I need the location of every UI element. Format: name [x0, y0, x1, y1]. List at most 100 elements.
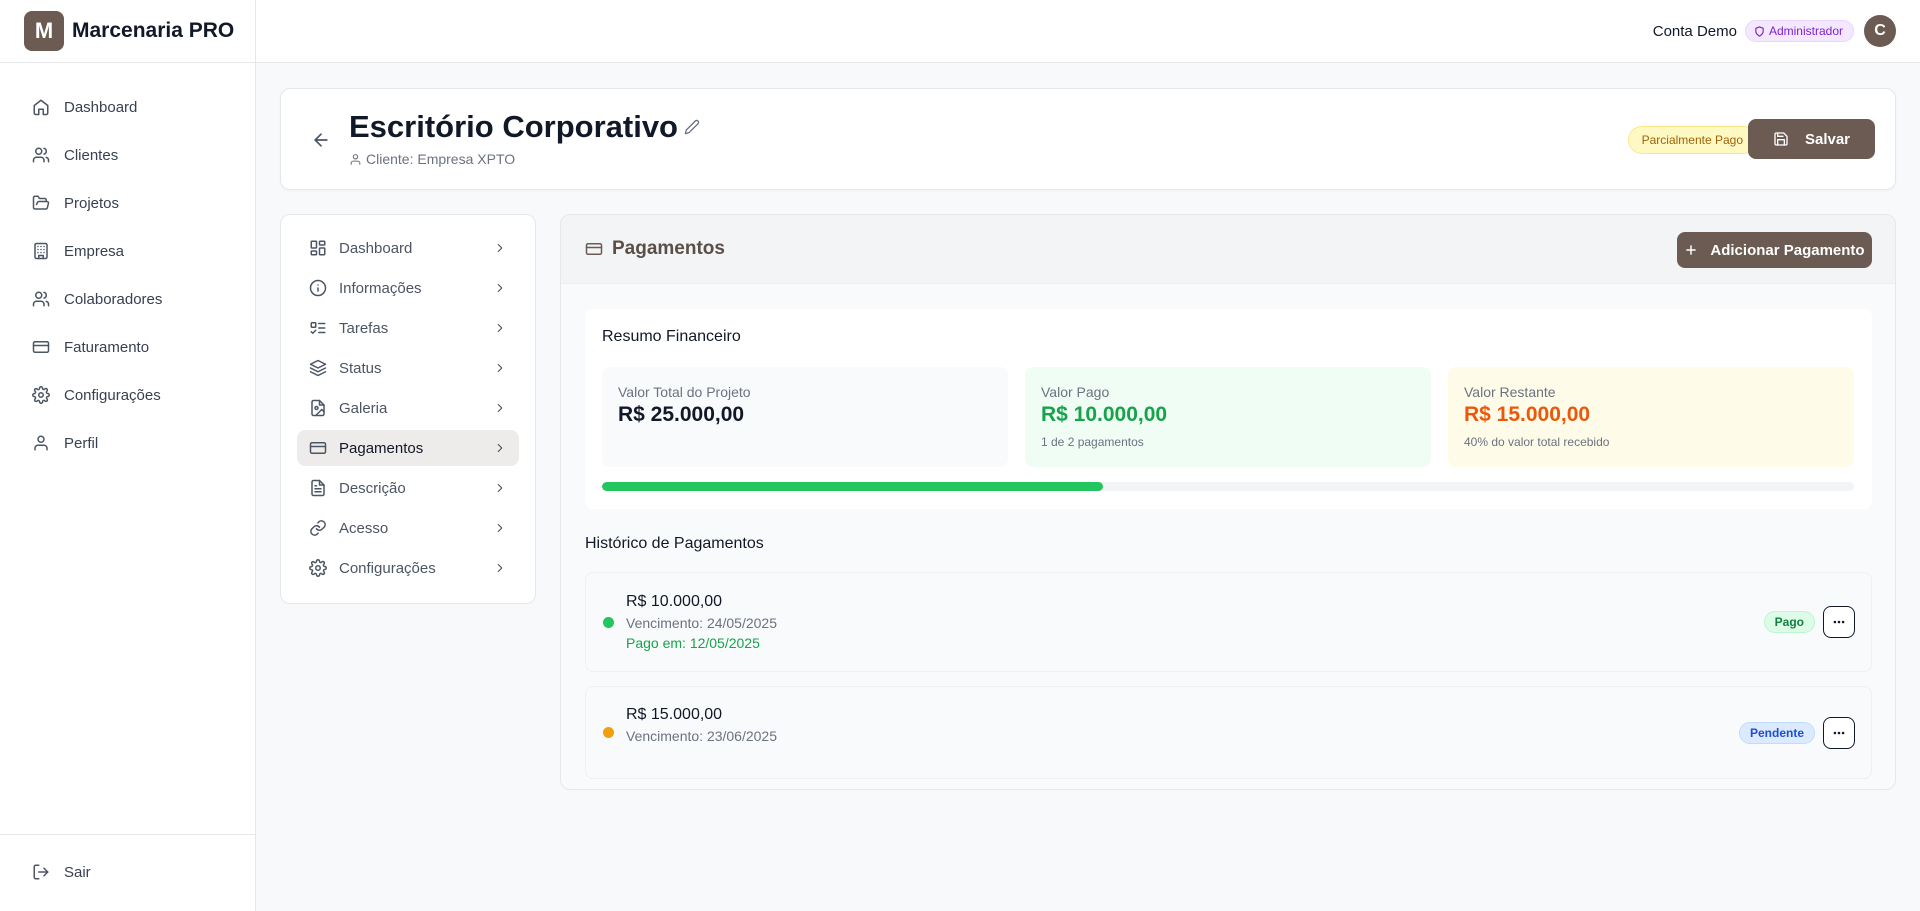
sidebar-item-colaboradores[interactable]: Colaboradores — [16, 279, 239, 319]
subnav-item-label: Tarefas — [339, 319, 389, 337]
more-options-button[interactable] — [1823, 606, 1855, 638]
summary-title: Resumo Financeiro — [602, 328, 741, 345]
subnav-item-acesso[interactable]: Acesso — [297, 510, 519, 546]
folder-open-icon — [32, 194, 50, 212]
payment-progress-bar — [602, 482, 1854, 491]
sidebar-item-perfil[interactable]: Perfil — [16, 423, 239, 463]
sidebar-footer: Sair — [0, 834, 255, 911]
stat-total: Valor Total do Projeto R$ 25.000,00 — [602, 367, 1008, 467]
client-label: Cliente: Empresa XPTO — [366, 151, 516, 167]
info-icon — [309, 279, 327, 297]
history-title: Histórico de Pagamentos — [585, 535, 764, 552]
back-arrow-icon[interactable] — [311, 130, 331, 150]
file-image-icon — [309, 399, 327, 417]
chevron-right-icon — [493, 441, 507, 455]
sidebar-item-label: Clientes — [64, 146, 119, 164]
subnav-item-label: Configurações — [339, 559, 436, 577]
subnav-item-informacoes[interactable]: Informações — [297, 270, 519, 306]
save-label: Salvar — [1804, 130, 1851, 148]
status-dot — [603, 727, 614, 738]
sidebar-item-label: Dashboard — [64, 98, 138, 116]
chevron-right-icon — [493, 321, 507, 335]
sidebar-item-label: Configurações — [64, 386, 161, 404]
shield-icon — [1754, 25, 1765, 37]
layout-grid-icon — [309, 239, 327, 257]
user-name: Conta Demo — [1652, 22, 1737, 40]
pencil-icon[interactable] — [684, 119, 700, 135]
sidebar-item-dashboard[interactable]: Dashboard — [16, 87, 239, 127]
payment-paid-date: Pago em: 12/05/2025 — [626, 635, 760, 651]
payments-title-label: Pagamentos — [612, 238, 725, 259]
subnav-item-pagamentos[interactable]: Pagamentos — [297, 430, 519, 466]
payment-progress-fill — [602, 482, 1103, 491]
stat-total-value: R$ 25.000,00 — [618, 403, 745, 426]
stat-paid-value: R$ 10.000,00 — [1041, 403, 1168, 426]
add-payment-button[interactable]: Adicionar Pagamento — [1677, 232, 1872, 268]
sidebar-item-configuracoes[interactable]: Configurações — [16, 375, 239, 415]
subnav-item-descricao[interactable]: Descrição — [297, 470, 519, 506]
stat-paid: Valor Pago R$ 10.000,00 1 de 2 pagamento… — [1025, 367, 1431, 467]
sidebar-item-empresa[interactable]: Empresa — [16, 231, 239, 271]
financial-summary: Resumo Financeiro Valor Total do Projeto… — [585, 309, 1872, 509]
brand-logo: M — [24, 11, 64, 51]
stat-paid-label: Valor Pago — [1041, 384, 1110, 400]
chevron-right-icon — [493, 361, 507, 375]
avatar[interactable]: C — [1864, 15, 1896, 47]
more-horizontal-icon — [1832, 726, 1846, 740]
gear-icon — [32, 386, 50, 404]
subnav-item-label: Dashboard — [339, 239, 413, 257]
status-badge: Parcialmente Pago — [1627, 126, 1757, 154]
brand[interactable]: M Marcenaria PRO — [0, 0, 255, 63]
credit-card-icon — [32, 338, 50, 356]
list-checks-icon — [309, 319, 327, 337]
credit-card-icon — [585, 240, 603, 258]
plus-icon — [1684, 243, 1698, 257]
sidebar: M Marcenaria PRO Dashboard Clientes Proj… — [0, 0, 256, 911]
logout-icon — [32, 863, 50, 881]
sidebar-item-label: Perfil — [64, 434, 99, 452]
subnav-item-galeria[interactable]: Galeria — [297, 390, 519, 426]
sidebar-item-label: Empresa — [64, 242, 125, 260]
role-label: Administrador — [1768, 24, 1843, 38]
payment-amount: R$ 15.000,00 — [626, 706, 723, 723]
subnav-item-label: Status — [339, 359, 382, 377]
chevron-right-icon — [493, 521, 507, 535]
sidebar-item-faturamento[interactable]: Faturamento — [16, 327, 239, 367]
project-subnav: Dashboard Informações Tarefas Status Gal… — [280, 214, 536, 604]
brand-name: Marcenaria PRO — [72, 19, 235, 42]
gear-icon — [309, 559, 327, 577]
add-payment-label: Adicionar Pagamento — [1710, 241, 1865, 259]
payment-status-badge: Pago — [1763, 611, 1815, 633]
sidebar-item-clientes[interactable]: Clientes — [16, 135, 239, 175]
subnav-item-dashboard[interactable]: Dashboard — [297, 230, 519, 266]
stat-paid-sub: 1 de 2 pagamentos — [1041, 435, 1144, 449]
chevron-right-icon — [493, 241, 507, 255]
stat-remaining-label: Valor Restante — [1464, 384, 1556, 400]
user-icon — [32, 434, 50, 452]
payment-due-date: Vencimento: 23/06/2025 — [626, 728, 778, 744]
payments-title: Pagamentos — [585, 238, 725, 260]
users-icon — [32, 290, 50, 308]
subnav-item-configuracoes[interactable]: Configurações — [297, 550, 519, 586]
more-options-button[interactable] — [1823, 717, 1855, 749]
sidebar-item-label: Faturamento — [64, 338, 150, 356]
users-icon — [32, 146, 50, 164]
subnav-item-status[interactable]: Status — [297, 350, 519, 386]
more-horizontal-icon — [1832, 615, 1846, 629]
building-icon — [32, 242, 50, 260]
layers-icon — [309, 359, 327, 377]
subnav-item-tarefas[interactable]: Tarefas — [297, 310, 519, 346]
sidebar-item-projetos[interactable]: Projetos — [16, 183, 239, 223]
stat-remaining: Valor Restante R$ 15.000,00 40% do valor… — [1448, 367, 1854, 467]
stat-remaining-value: R$ 15.000,00 — [1464, 403, 1591, 426]
save-button[interactable]: Salvar — [1748, 119, 1875, 159]
payment-due-date: Vencimento: 24/05/2025 — [626, 615, 778, 631]
subnav-item-label: Informações — [339, 279, 422, 297]
payment-amount: R$ 10.000,00 — [626, 593, 723, 610]
home-icon — [32, 98, 50, 116]
client-info: Cliente: Empresa XPTO — [349, 151, 515, 167]
logout-button[interactable]: Sair — [16, 852, 239, 892]
payment-status-badge: Pendente — [1738, 722, 1815, 744]
topbar: Conta Demo Administrador C — [256, 0, 1920, 63]
user-icon — [349, 153, 362, 166]
